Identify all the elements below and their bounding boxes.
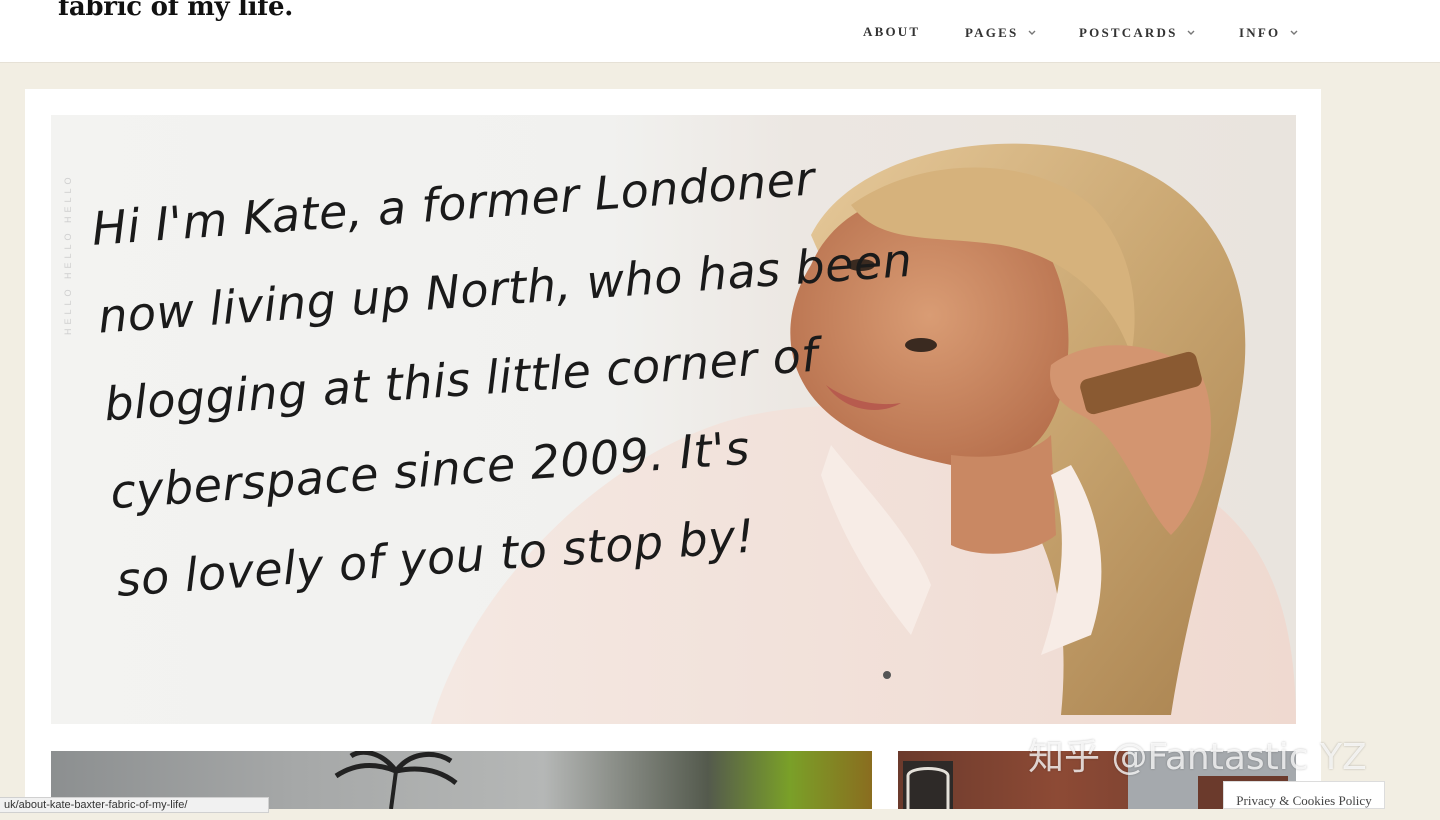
nav-item-label: PAGES bbox=[965, 25, 1019, 40]
nav-item-label: INFO bbox=[1239, 25, 1281, 40]
hero-intro-text: Hi I'm Kate, a former Londoner now livin… bbox=[89, 135, 914, 624]
chevron-down-icon bbox=[1187, 24, 1195, 40]
nav-item-label: ABOUT bbox=[863, 24, 921, 39]
nav-item-label: POSTCARDS bbox=[1079, 25, 1178, 40]
nav-item-about[interactable]: ABOUT bbox=[863, 24, 920, 40]
watermark-text: 知乎 @Fantastic YZ bbox=[1028, 737, 1367, 778]
side-vertical-text: HELLO HELLO HELLO bbox=[63, 173, 73, 335]
privacy-cookies-button[interactable]: Privacy & Cookies Policy bbox=[1223, 781, 1385, 809]
chevron-down-icon bbox=[1290, 24, 1298, 40]
site-header: fabric of my life. ABOUT PAGES POSTCARDS… bbox=[0, 0, 1440, 63]
hero-banner: HELLO HELLO HELLO Hi I'm Kate, a former … bbox=[51, 115, 1296, 724]
status-bar-url: uk/about-kate-baxter-fabric-of-my-life/ bbox=[0, 797, 269, 813]
nav-item-info[interactable]: INFO bbox=[1239, 24, 1298, 41]
nav-item-pages[interactable]: PAGES bbox=[965, 24, 1036, 41]
nav-item-postcards[interactable]: POSTCARDS bbox=[1079, 24, 1195, 41]
site-logo[interactable]: fabric of my life. bbox=[58, 0, 293, 22]
chevron-down-icon bbox=[1028, 24, 1036, 40]
